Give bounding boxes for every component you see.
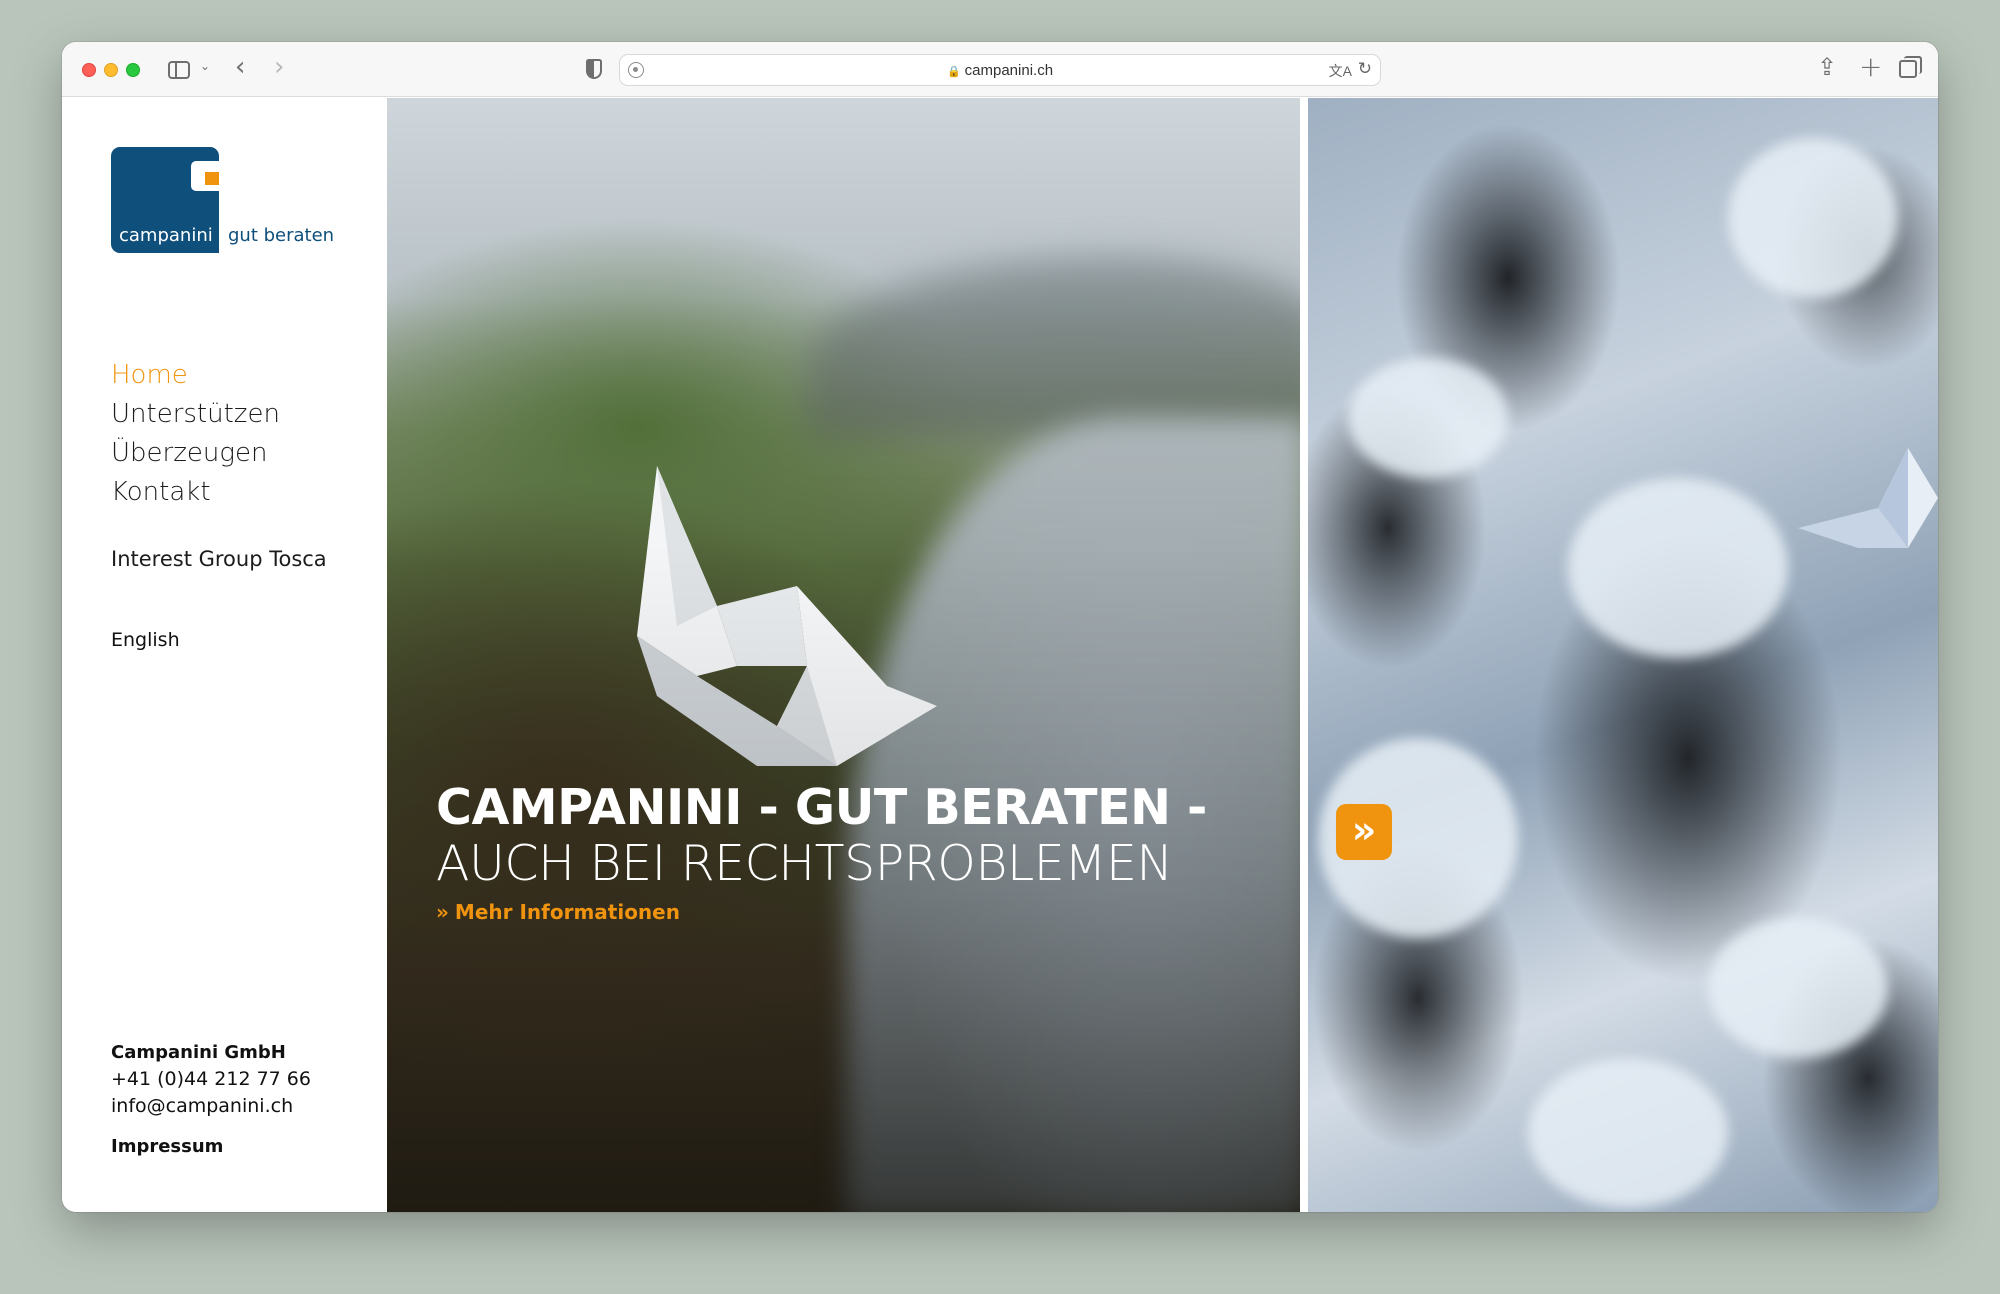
web-page: campanini gut beraten Home Unterstützen … [62,98,1938,1212]
nav-item-unterstuetzen[interactable]: Unterstützen [111,395,280,434]
phone-number[interactable]: +41 (0)44 212 77 66 [111,1066,311,1093]
company-name: Campanini GmbH [111,1042,286,1063]
nav-item-kontakt[interactable]: Kontakt [111,473,280,512]
minimize-window-button[interactable] [104,63,118,77]
nav-item-home[interactable]: Home [111,356,280,395]
main-nav: Home Unterstützen Überzeugen Kontakt [111,356,280,512]
hero-slide: CAMPANINI - GUT BERATEN - AUCH BEI RECHT… [387,98,1300,1212]
sidebar: campanini gut beraten Home Unterstützen … [62,98,387,1212]
panel-divider [1300,98,1308,1212]
nav-item-interest-group[interactable]: Interest Group Tosca [111,547,327,571]
water-spray [1708,918,1888,1058]
language-switch[interactable]: English [111,629,180,651]
new-tab-icon[interactable]: + [1859,50,1882,83]
address-bar[interactable]: 🔒 campanini.ch 文A ↻ [619,54,1381,86]
translate-icon[interactable]: 文A [1329,61,1352,81]
browser-window: ⌄ ‹ › 🔒 campanini.ch 文A ↻ ⇪ + campanini g… [62,42,1938,1212]
contact-info: Campanini GmbH +41 (0)44 212 77 66 info@… [111,1040,311,1157]
url-value: campanini.ch [964,62,1054,79]
sidebar-icon[interactable] [168,61,190,79]
hero-headline: CAMPANINI - GUT BERATEN - AUCH BEI RECHT… [436,779,1207,925]
paper-boat-image [1798,448,1938,548]
share-icon[interactable]: ⇪ [1817,53,1837,81]
logo-tagline: gut beraten [228,225,335,246]
lock-icon: 🔒 [946,66,961,78]
browser-toolbar: ⌄ ‹ › 🔒 campanini.ch 文A ↻ ⇪ + [62,42,1938,97]
zoom-window-button[interactable] [126,63,140,77]
next-slide-button[interactable]: » [1336,804,1392,860]
logo-mark: campanini [111,147,219,253]
chevron-down-icon[interactable]: ⌄ [200,59,210,73]
more-info-link[interactable]: » Mehr Informationen [436,900,680,924]
forward-icon[interactable]: › [274,52,284,82]
tab-overview-icon[interactable] [1899,56,1922,78]
water-spray [1348,358,1508,478]
nav-item-ueberzeugen[interactable]: Überzeugen [111,434,280,473]
more-info-label: Mehr Informationen [454,900,680,924]
water-spray [1728,138,1898,298]
headline-light: AUCH BEI RECHTSPROBLEMEN [436,835,1173,892]
campanini-logo[interactable]: campanini gut beraten [111,147,351,257]
close-window-button[interactable] [82,63,96,77]
logo-accent-square [205,172,219,185]
water-spray [1568,478,1788,658]
next-slide-preview[interactable] [1308,98,1938,1212]
email-link[interactable]: info@campanini.ch [111,1093,311,1120]
privacy-shield-icon[interactable] [586,59,602,79]
reload-icon[interactable]: ↻ [1358,59,1372,79]
logo-word: campanini [119,225,213,246]
headline-bold: CAMPANINI - GUT BERATEN - [436,779,1207,836]
water-spray [1528,1058,1728,1208]
double-chevron-icon: » [436,900,449,924]
hero-shade [387,98,1300,1212]
url-text: 🔒 campanini.ch [620,62,1380,79]
back-icon[interactable]: ‹ [235,52,245,82]
impressum-link[interactable]: Impressum [111,1136,311,1157]
